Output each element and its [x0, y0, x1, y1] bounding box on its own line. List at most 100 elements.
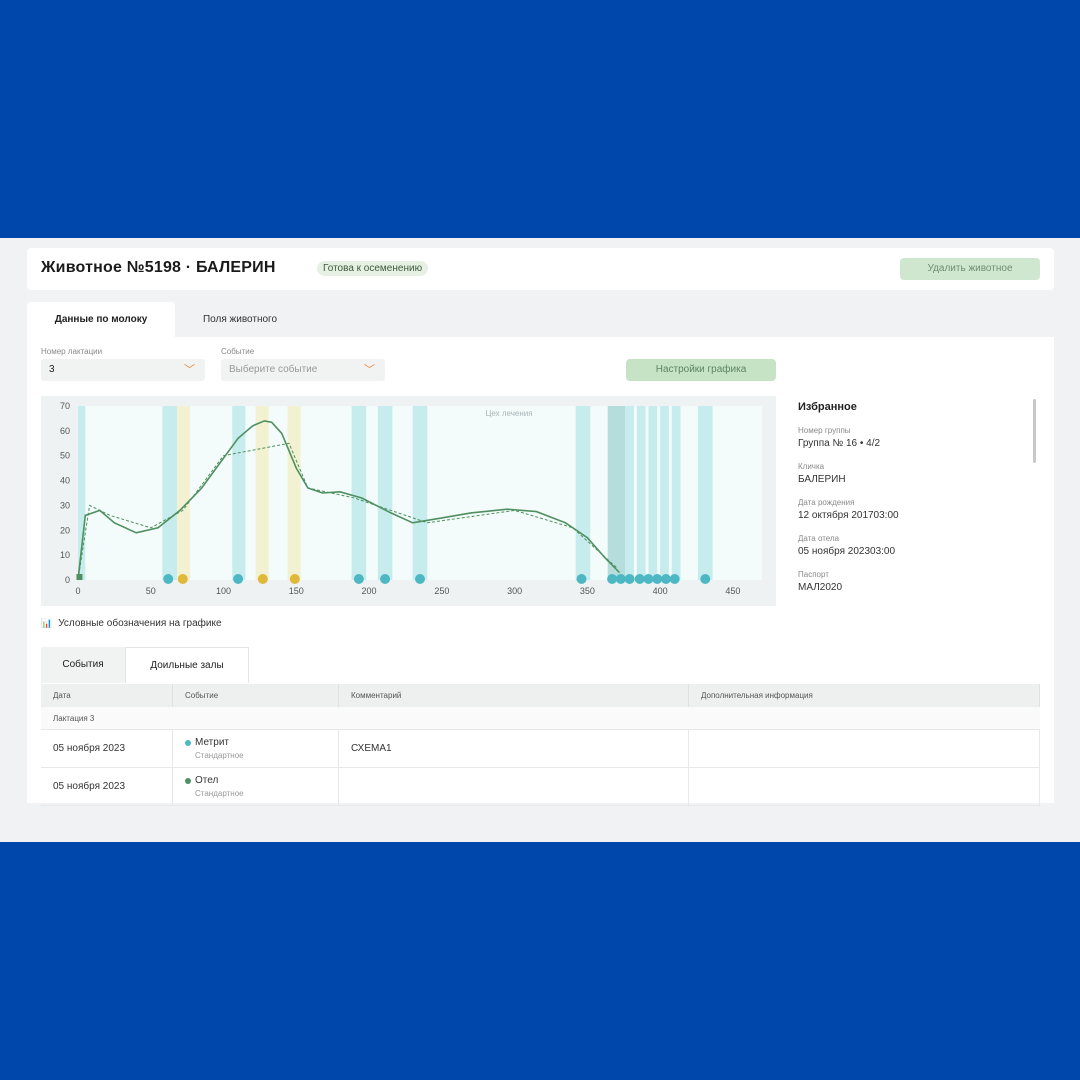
x-tick-label: 300 — [507, 586, 522, 596]
col-comment: Комментарий — [338, 684, 689, 707]
favorite-field-label: Дата отела — [798, 534, 840, 543]
event-band — [351, 406, 367, 580]
event-band — [575, 406, 591, 580]
favorite-field-label: Номер группы — [798, 426, 851, 435]
event-dot-icon — [185, 739, 191, 746]
event-band — [255, 406, 269, 580]
favorite-field-value: Группа № 16 • 4/2 — [798, 438, 881, 449]
lactation-value: 3 — [49, 364, 55, 375]
y-tick-label: 50 — [60, 451, 70, 461]
event-marker — [177, 574, 188, 584]
x-tick-label: 50 — [146, 586, 156, 596]
event-marker — [163, 574, 174, 584]
x-tick-label: 250 — [434, 586, 449, 596]
y-tick-label: 20 — [60, 525, 70, 535]
x-tick-label: 100 — [216, 586, 231, 596]
tab-milk-data[interactable]: Данные по молоку — [27, 302, 175, 337]
row-date: 05 ноября 2023 — [41, 767, 173, 806]
event-marker — [660, 574, 671, 584]
event-marker — [624, 574, 635, 584]
tab-milking-parlors[interactable]: Доильные залы — [125, 647, 249, 683]
y-tick-label: 0 — [65, 575, 70, 585]
chart-legend-toggle[interactable]: 📊 Условные обозначения на графике — [41, 618, 222, 629]
col-event: Событие — [172, 684, 339, 707]
favorites-title: Избранное — [798, 401, 857, 413]
event-marker — [643, 574, 654, 584]
page-header: Животное №5198 · БАЛЕРИН Готова к осемен… — [27, 248, 1054, 290]
row-event: Отел Стандартное — [172, 767, 339, 806]
event-name: Отел — [195, 775, 219, 786]
event-marker — [700, 574, 711, 584]
lactation-group-label: Лактация 3 — [41, 707, 1040, 730]
event-band — [287, 406, 301, 580]
chart-svg: Цех лечения 0 50 100 150 200 250 300 350 400 450 0… — [60, 401, 762, 596]
favorite-field-value: 12 октября 201703:00 — [798, 510, 899, 521]
favorite-field-value: БАЛЕРИН — [798, 474, 846, 485]
event-type: Стандартное — [195, 789, 244, 798]
row-extra-info — [688, 729, 1040, 768]
status-badge: Готова к осеменению — [317, 261, 429, 276]
y-tick-label: 10 — [60, 550, 70, 560]
milk-yield-chart: Цех лечения 0 50 100 150 200 250 300 350 400 450 0… — [41, 396, 776, 606]
table-row[interactable]: 05 ноября 2023 Отел Стандартное — [41, 767, 1040, 806]
favorites-scrollbar[interactable] — [1033, 399, 1036, 463]
page-title: Животное №5198 · БАЛЕРИН — [41, 259, 276, 276]
bar-chart-icon: 📊 — [41, 618, 53, 628]
event-band — [377, 406, 393, 580]
row-event: Метрит Стандартное — [172, 729, 339, 768]
event-band — [697, 406, 713, 580]
row-comment: СХЕМА1 — [338, 729, 689, 768]
tab-events[interactable]: События — [41, 647, 125, 683]
event-dot-icon — [185, 777, 191, 784]
event-marker — [380, 574, 391, 584]
chevron-down-icon: ﹀ — [184, 364, 195, 376]
event-band — [162, 406, 177, 580]
event-marker — [257, 574, 268, 584]
table-header-row: Дата Событие Комментарий Дополнительная … — [41, 684, 1040, 707]
event-marker — [652, 574, 663, 584]
favorite-field-value: 05 ноября 202303:00 — [798, 546, 896, 557]
event-marker — [289, 574, 300, 584]
x-tick-label: 0 — [75, 586, 80, 596]
event-marker — [607, 574, 618, 584]
y-tick-label: 60 — [60, 426, 70, 436]
chart-annotation: Цех лечения — [485, 409, 532, 418]
event-label: Событие — [221, 347, 255, 356]
event-band — [625, 406, 634, 580]
event-type: Стандартное — [195, 751, 244, 760]
event-marker — [669, 574, 680, 584]
event-marker — [233, 574, 244, 584]
col-date: Дата — [41, 684, 173, 707]
event-band — [412, 406, 428, 580]
events-table: Дата Событие Комментарий Дополнительная … — [41, 684, 1040, 806]
delete-animal-button[interactable]: Удалить животное — [900, 258, 1040, 280]
event-name: Метрит — [195, 737, 229, 748]
event-marker — [634, 574, 645, 584]
legend-label: Условные обозначения на графике — [58, 618, 222, 629]
row-comment — [338, 767, 689, 806]
event-band — [660, 406, 669, 580]
lactation-group-row: Лактация 3 — [41, 707, 1040, 730]
event-band — [671, 406, 681, 580]
lactation-label: Номер лактации — [41, 347, 103, 356]
event-band — [232, 406, 246, 580]
tab-animal-fields[interactable]: Поля животного — [175, 302, 305, 337]
event-marker — [415, 574, 425, 584]
favorite-field-value: МАЛ2020 — [798, 582, 843, 593]
y-tick-label: 70 — [60, 401, 70, 411]
table-row[interactable]: 05 ноября 2023 Метрит Стандартное СХЕМА1 — [41, 729, 1040, 768]
event-band — [176, 406, 191, 580]
milk-data-panel: Номер лактации 3 ﹀ Событие Выберите собы… — [27, 337, 1054, 806]
event-select[interactable]: Выберите событие ﹀ — [221, 359, 385, 381]
event-marker — [76, 574, 83, 580]
chevron-down-icon: ﹀ — [364, 364, 375, 376]
event-marker — [353, 574, 364, 584]
col-extra-info: Дополнительная информация — [688, 684, 1040, 707]
event-marker — [576, 574, 587, 584]
x-tick-label: 450 — [725, 586, 740, 596]
lactation-select[interactable]: 3 ﹀ — [41, 359, 205, 381]
y-tick-label: 40 — [60, 476, 70, 486]
x-tick-label: 400 — [653, 586, 668, 596]
chart-settings-button[interactable]: Настройки графика — [626, 359, 776, 381]
app-screenshot: Животное №5198 · БАЛЕРИН Готова к осемен… — [0, 238, 1080, 842]
